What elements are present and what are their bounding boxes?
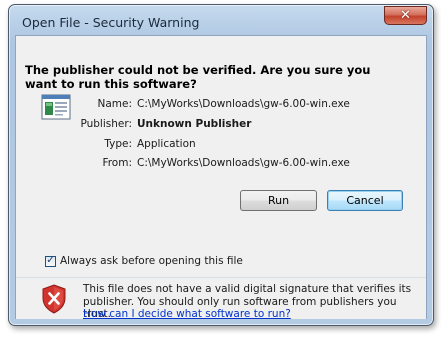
publisher-value: Unknown Publisher	[137, 118, 252, 130]
always-ask-label[interactable]: Always ask before opening this file	[60, 255, 243, 267]
security-warning-window: Open File - Security Warning ✕ The publi…	[8, 4, 434, 326]
window-title: Open File - Security Warning	[22, 15, 200, 30]
close-button[interactable]: ✕	[384, 6, 427, 25]
warning-headline: The publisher could not be verified. Are…	[25, 63, 371, 91]
title-bar[interactable]: Open File - Security Warning ✕	[9, 5, 433, 35]
close-icon: ✕	[400, 8, 411, 23]
help-link[interactable]: How can I decide what software to run?	[83, 308, 291, 320]
dialog-body: The publisher could not be verified. Are…	[15, 35, 427, 320]
from-label: From:	[102, 157, 132, 169]
always-ask-option[interactable]: ✓ Always ask before opening this file	[45, 255, 243, 267]
type-label: Type:	[104, 138, 132, 150]
shield-warning-icon	[42, 284, 66, 314]
name-value: C:\MyWorks\Downloads\gw-6.00-win.exe	[137, 98, 350, 110]
type-value: Application	[137, 138, 196, 150]
warning-panel: This file does not have a valid digital …	[16, 277, 426, 320]
run-button[interactable]: Run	[240, 190, 317, 211]
cancel-button[interactable]: Cancel	[327, 190, 403, 211]
always-ask-checkbox[interactable]: ✓	[45, 255, 56, 267]
from-value: C:\MyWorks\Downloads\gw-6.00-win.exe	[137, 157, 350, 169]
checkmark-icon: ✓	[46, 255, 55, 266]
name-label: Name:	[97, 98, 132, 110]
publisher-label: Publisher:	[80, 118, 132, 130]
